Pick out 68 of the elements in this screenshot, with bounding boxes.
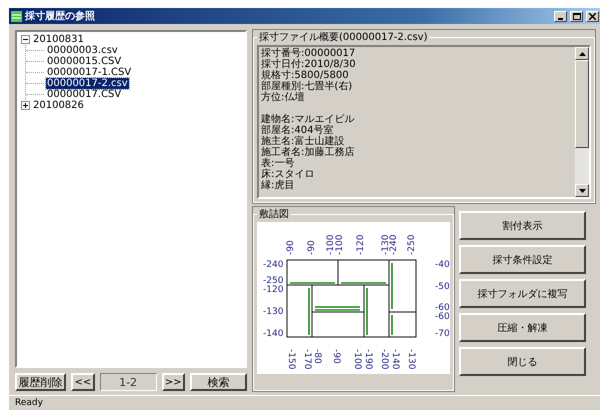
dimension-label: -130 xyxy=(406,349,416,370)
summary-line: 床:スタイロ xyxy=(261,169,316,180)
scroll-up-icon[interactable] xyxy=(575,47,589,60)
dimension-label: -250 xyxy=(407,234,417,255)
close-icon[interactable] xyxy=(586,10,599,22)
dimension-label: -170 xyxy=(302,349,312,370)
tree-item[interactable]: 00000017.CSV xyxy=(46,89,122,100)
action-button[interactable]: 採寸条件設定 xyxy=(459,245,586,274)
dimension-label: -100 xyxy=(335,234,345,255)
next-page-button[interactable]: >> xyxy=(162,373,186,391)
window-title: 採寸履歴の参照 xyxy=(25,10,96,23)
minimize-icon[interactable] xyxy=(554,10,567,22)
dimension-label: -190 xyxy=(363,349,373,370)
group-title: 採寸ファイル概要(00000017-2.csv) xyxy=(258,30,428,44)
action-button[interactable]: 閉じる xyxy=(459,347,586,376)
group-title: 敷詰図 xyxy=(258,208,290,221)
dimension-label: -50 xyxy=(435,282,450,292)
tree-item[interactable]: 00000017-1.CSV xyxy=(46,67,132,78)
tree-item[interactable]: 00000017-2.csv xyxy=(46,78,129,89)
summary-line: 施工者名:加藤工務店 xyxy=(261,147,356,158)
summary-line: 部屋名:404号室 xyxy=(261,125,334,136)
dimension-label: -120 xyxy=(356,234,366,255)
scroll-down-icon[interactable] xyxy=(575,184,589,197)
app-icon xyxy=(11,10,22,22)
dimension-label: -100 xyxy=(352,349,362,370)
page-field: 1-2 xyxy=(100,373,156,391)
dimension-label: -140 xyxy=(263,329,284,339)
dimension-label: -60 xyxy=(435,303,450,313)
dimension-label: -240 xyxy=(389,234,399,255)
summary-line: 採寸番号:00000017 xyxy=(261,48,356,59)
search-button[interactable]: 検索 xyxy=(190,373,247,391)
summary-line: 部屋種別:七畳半(右) xyxy=(261,81,354,92)
dimension-label: -150 xyxy=(286,349,296,370)
dimension-label: -120 xyxy=(263,285,284,295)
dimension-label: -130 xyxy=(263,307,284,317)
previous-page-button[interactable]: << xyxy=(71,373,95,391)
delete-history-button[interactable]: 履歴削除 xyxy=(15,373,66,391)
action-button[interactable]: 圧縮・解凍 xyxy=(459,313,586,342)
action-button[interactable]: 割付表示 xyxy=(459,211,586,240)
tree-item[interactable]: 20100831 xyxy=(32,34,85,45)
dimension-label: -250 xyxy=(263,276,284,286)
status-text: Ready xyxy=(9,395,600,410)
summary-line: 採寸日付:2010/8/30 xyxy=(261,59,357,70)
tree-item[interactable]: 00000003.csv xyxy=(46,45,119,56)
tree-item[interactable]: 20100826 xyxy=(32,100,85,111)
tree-item[interactable]: 00000015.CSV xyxy=(46,56,122,67)
summary-line: 縁:虎目 xyxy=(261,180,296,191)
dimension-label: -100 xyxy=(326,234,336,255)
maximize-icon[interactable] xyxy=(570,10,583,22)
dimension-label: -70 xyxy=(435,329,450,339)
summary-line: 表:一号 xyxy=(261,158,296,169)
dimension-label: -90 xyxy=(331,349,341,364)
summary-line: 建物名:マルエイビル xyxy=(261,114,356,125)
dimension-label: -80 xyxy=(312,349,322,364)
scroll-thumb[interactable] xyxy=(575,60,589,148)
summary-line: 施主名:富士山建設 xyxy=(261,136,344,147)
dimension-label: -240 xyxy=(263,260,284,270)
dimension-label: -90 xyxy=(307,240,317,255)
summary-line: 規格寸:5800/5800 xyxy=(261,70,350,81)
dimension-label: -140 xyxy=(390,349,400,370)
dimension-label: -90 xyxy=(286,240,296,255)
collapse-icon[interactable] xyxy=(21,35,30,44)
summary-line: 方位:仏壇 xyxy=(261,92,306,103)
action-button[interactable]: 採寸フォルダに複写 xyxy=(459,279,586,308)
dimension-label: -60 xyxy=(435,312,450,322)
expand-icon[interactable] xyxy=(21,101,30,110)
dimension-label: -40 xyxy=(435,260,450,270)
dimension-label: -200 xyxy=(379,349,389,370)
